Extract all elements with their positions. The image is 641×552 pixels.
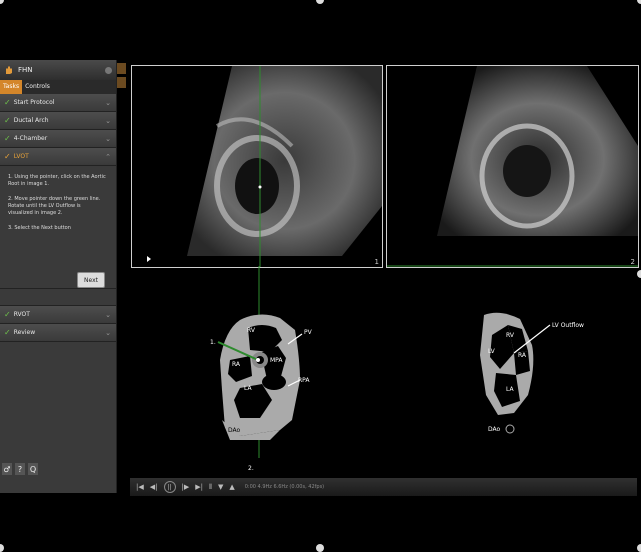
first-frame-button[interactable]: |◀ xyxy=(136,483,144,491)
playback-info: 0:00 4.9Hz 6.6Hz (0.00s, 42fps) xyxy=(244,484,325,490)
heart-diagram-right: RV LV RA LA DAo LV Outflow xyxy=(480,312,584,434)
heart-diagram-left: RV PV RA MPA RPA LA DAo 1. 2. xyxy=(210,314,313,472)
label-la: LA xyxy=(506,386,514,393)
label-ra: RA xyxy=(232,361,241,368)
label-dao: DAo xyxy=(228,427,241,434)
prev-frame-button[interactable]: ◀| xyxy=(150,483,158,491)
label-lv: LV xyxy=(488,348,496,355)
next-frame-button[interactable]: |▶ xyxy=(182,483,190,491)
label-dao: DAo xyxy=(488,426,501,433)
marker-2: 2. xyxy=(248,465,254,472)
playback-controls: |◀ ◀| || |▶ ▶| ⫴ ▼ ▲ 0:00 4.9Hz 6.6Hz (0… xyxy=(130,478,637,496)
label-rpa: RPA xyxy=(298,377,310,384)
label-rv: RV xyxy=(247,327,256,334)
label-lv-outflow: LV Outflow xyxy=(552,322,584,329)
last-frame-button[interactable]: ▶| xyxy=(195,483,203,491)
down-button[interactable]: ▼ xyxy=(218,483,223,491)
pause-button[interactable]: || xyxy=(163,481,176,493)
split-button[interactable]: ⫴ xyxy=(209,483,212,492)
label-rv: RV xyxy=(506,332,515,339)
marker-1: 1. xyxy=(210,339,216,346)
app-window: FHN Tasks Controls ✓ Start Protocol ⌄ ✓ … xyxy=(0,0,641,552)
label-pv: PV xyxy=(304,329,313,336)
label-ra: RA xyxy=(518,352,527,359)
label-la: LA xyxy=(244,385,252,392)
label-mpa: MPA xyxy=(270,357,283,364)
up-button[interactable]: ▲ xyxy=(229,483,234,491)
